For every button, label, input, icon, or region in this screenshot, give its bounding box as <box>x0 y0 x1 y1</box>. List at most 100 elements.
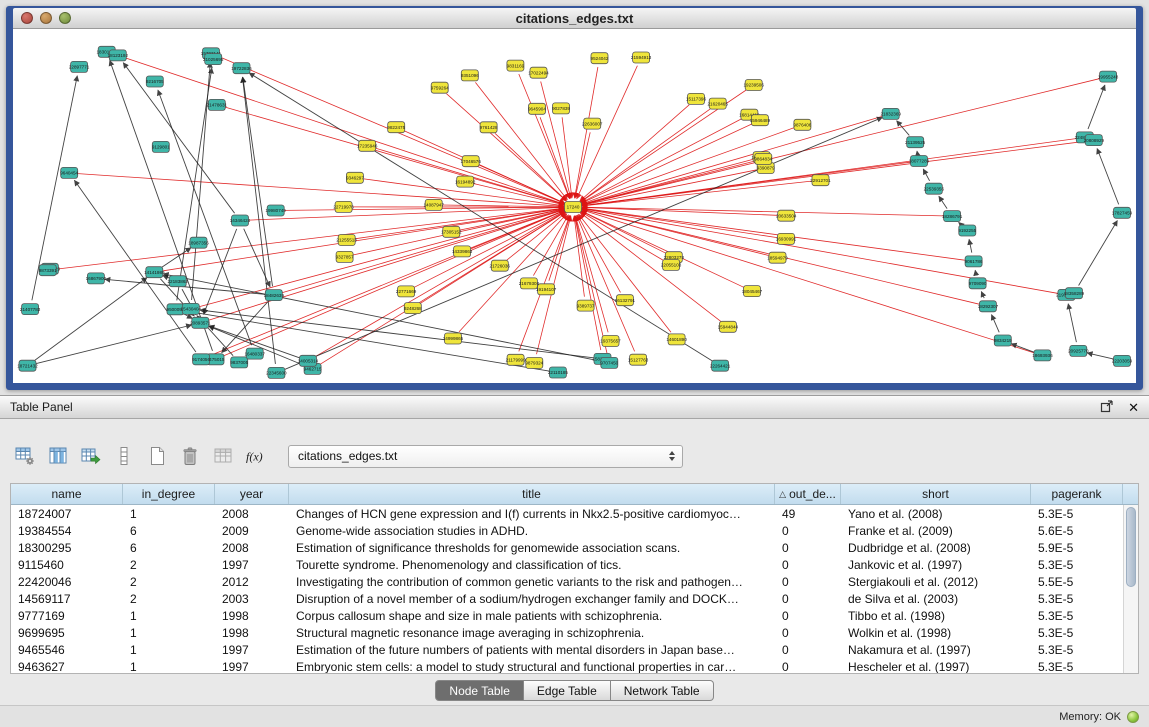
graph-edge[interactable] <box>939 196 947 208</box>
graph-node[interactable]: 22771669 <box>396 286 417 297</box>
column-header-pagerank[interactable]: pagerank <box>1031 484 1123 504</box>
graph-edge[interactable] <box>575 132 590 198</box>
column-header-year[interactable]: year <box>215 484 289 504</box>
merge-table-icon[interactable] <box>210 443 236 469</box>
graph-node[interactable]: 21478631 <box>207 99 228 110</box>
graph-node[interactable]: 9346297 <box>346 172 364 183</box>
graph-node[interactable]: 9640454 <box>60 167 78 178</box>
tab-edge-table[interactable]: Edge Table <box>524 680 611 701</box>
graph-node[interactable]: 15127763 <box>628 354 649 365</box>
graph-node[interactable]: 9216705 <box>146 76 164 87</box>
graph-node[interactable]: 9129801 <box>152 141 170 152</box>
graph-edge[interactable] <box>78 174 564 207</box>
table-row[interactable]: 2242004622012Investigating the contribut… <box>11 573 1123 590</box>
graph-node[interactable]: 18482639 <box>264 290 285 301</box>
graph-node[interactable]: 14005314 <box>298 355 319 366</box>
graph-node[interactable]: 15946489 <box>750 115 771 126</box>
table-row[interactable]: 977716911998Corpus callosum shape and si… <box>11 607 1123 624</box>
graph-node[interactable]: 20893571 <box>190 317 211 328</box>
graph-node[interactable]: 22636007 <box>582 118 603 129</box>
graph-edge[interactable] <box>981 292 984 299</box>
graph-node[interactable]: 21620465 <box>707 98 728 109</box>
graph-node[interactable]: 16930991 <box>776 233 797 244</box>
graph-node[interactable]: 17305152 <box>441 226 462 237</box>
graph-node[interactable]: 21025695 <box>203 54 224 65</box>
graph-edge[interactable] <box>575 216 607 354</box>
graph-node[interactable]: 22203059 <box>1112 355 1133 366</box>
graph-node[interactable]: 14346424 <box>230 215 251 226</box>
graph-edge[interactable] <box>577 66 638 199</box>
table-row[interactable]: 1456911722003Disruption of a novel membe… <box>11 590 1123 607</box>
graph-node[interactable]: 17235946 <box>357 140 378 151</box>
column-header-short[interactable]: short <box>841 484 1031 504</box>
graph-node[interactable]: 9864834 <box>754 153 772 164</box>
graph-edge[interactable] <box>1011 344 1034 353</box>
float-panel-icon[interactable] <box>1100 399 1114 416</box>
import-table-icon[interactable] <box>78 443 104 469</box>
graph-node[interactable]: 19980749 <box>265 205 286 216</box>
graph-node[interactable]: 9761428 <box>480 122 498 133</box>
graph-edge[interactable] <box>582 181 812 206</box>
graph-edge[interactable] <box>923 169 929 181</box>
graph-node[interactable]: 9822475 <box>387 122 405 133</box>
graph-edge[interactable] <box>975 270 976 274</box>
table-row[interactable]: 1830029562008Estimation of significance … <box>11 539 1123 556</box>
graph-node[interactable]: 19722836 <box>231 63 252 74</box>
column-header-out_de[interactable]: △out_de... <box>775 484 841 504</box>
new-column-icon[interactable] <box>144 443 170 469</box>
graph-node[interactable]: 9707450 <box>600 357 618 368</box>
graph-node[interactable]: 19375657 <box>600 336 621 347</box>
graph-node[interactable]: 18358289 <box>1064 288 1085 299</box>
graph-node[interactable]: 9759264 <box>431 82 449 93</box>
table-row[interactable]: 911546021997Tourette syndrome. Phenomeno… <box>11 556 1123 573</box>
minimize-window-button[interactable] <box>40 12 52 24</box>
graph-node[interactable]: 19239506 <box>743 80 764 91</box>
network-canvas[interactable]: 2063350416930991185949791804546715944844… <box>13 29 1136 383</box>
graph-edge[interactable] <box>222 302 268 353</box>
graph-node[interactable]: 15944844 <box>718 321 739 332</box>
graph-edge[interactable] <box>575 216 608 333</box>
graph-node[interactable]: 9524042 <box>591 53 609 64</box>
graph-edge[interactable] <box>35 278 147 361</box>
graph-edge[interactable] <box>1079 221 1118 286</box>
graph-node[interactable]: 9174056 <box>192 354 210 365</box>
column-header-title[interactable]: title <box>289 484 775 504</box>
graph-node[interactable]: 21679308 <box>519 278 540 289</box>
scrollbar-thumb[interactable] <box>1126 507 1136 587</box>
graph-node[interactable]: 14141989 <box>144 267 165 278</box>
graph-edge[interactable] <box>579 214 672 332</box>
graph-edge[interactable] <box>123 63 234 214</box>
graph-node[interactable]: 21594913 <box>631 52 652 63</box>
graph-node[interactable]: 16480337 <box>244 348 265 359</box>
graph-node[interactable]: 21407783 <box>20 304 41 315</box>
graph-node[interactable]: 21255513 <box>336 235 357 246</box>
graph-edge[interactable] <box>575 216 601 350</box>
graph-node[interactable]: 16867900 <box>86 273 107 284</box>
graph-node[interactable]: 22897771 <box>69 61 90 72</box>
function-builder-icon[interactable]: f(x) <box>243 443 269 469</box>
network-window-titlebar[interactable]: citations_edges.txt <box>13 8 1136 29</box>
table-row[interactable]: 946362711997Embryonic stem cells: a mode… <box>11 658 1123 673</box>
graph-node[interactable]: 18045467 <box>742 286 763 297</box>
table-vertical-scrollbar[interactable] <box>1123 505 1138 673</box>
tab-network-table[interactable]: Network Table <box>611 680 714 701</box>
graph-edge[interactable] <box>495 133 566 200</box>
graph-node[interactable]: 9834219 <box>994 335 1012 346</box>
graph-node[interactable]: 9248268 <box>404 303 422 314</box>
graph-node[interactable]: 9645904 <box>528 103 546 114</box>
graph-node[interactable]: 14601890 <box>666 334 687 345</box>
table-row[interactable]: 969969511998Structural magnetic resonanc… <box>11 624 1123 641</box>
graph-node[interactable]: 18721432 <box>17 360 38 371</box>
tab-node-table[interactable]: Node Table <box>435 680 524 701</box>
graph-edge[interactable] <box>959 222 961 224</box>
graph-node[interactable]: 22912701 <box>810 175 831 186</box>
graph-node[interactable]: 16132791 <box>615 295 636 306</box>
graph-edge[interactable] <box>74 180 195 352</box>
graph-edge[interactable] <box>209 210 564 356</box>
graph-edge[interactable] <box>1068 304 1076 342</box>
graph-edge[interactable] <box>969 239 972 252</box>
graph-node[interactable]: 9837005 <box>230 357 248 368</box>
graph-node[interactable]: 9876406 <box>793 119 811 130</box>
graph-edge[interactable] <box>243 77 273 286</box>
graph-node[interactable]: 9061786 <box>965 256 983 267</box>
